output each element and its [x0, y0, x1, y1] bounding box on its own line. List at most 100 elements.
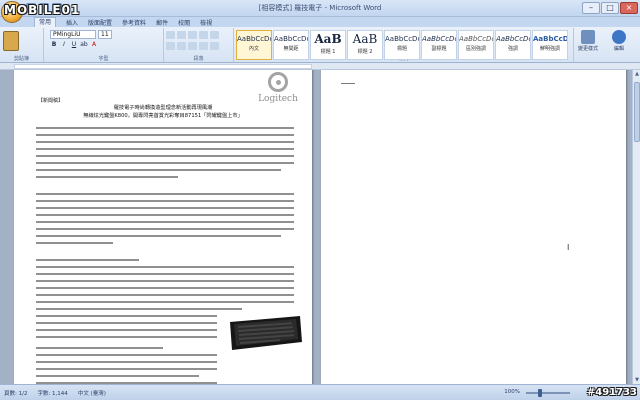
tab-review[interactable]: 校閱 [178, 18, 190, 27]
align-center-button[interactable] [177, 42, 186, 50]
style-name: 內文 [248, 46, 259, 52]
page-2[interactable]: I [321, 70, 626, 384]
tab-references[interactable]: 參考資料 [122, 18, 146, 27]
style-emphasis[interactable]: AaBbCcDc 強調 [495, 30, 531, 60]
font-size-select[interactable]: 11 [98, 30, 112, 39]
clipboard-group-label: 剪貼簿 [13, 56, 29, 62]
style-sample: AaBbCcDc [496, 35, 530, 43]
zoom-level[interactable]: 100% [504, 389, 520, 395]
style-name: 無間距 [283, 46, 299, 52]
keyboard-image [230, 316, 302, 350]
font-format-row: B I U ab A [50, 41, 98, 49]
style-title[interactable]: AaBbCcDc 標題 [384, 30, 420, 60]
style-sample: AaBbCcDc [422, 35, 456, 43]
tab-insert[interactable]: 插入 [66, 18, 78, 27]
edit-button[interactable]: 編輯 [604, 30, 634, 58]
style-sample: AaB [352, 32, 378, 46]
logitech-wordmark: Logitech [258, 94, 298, 104]
press-release-tag: 【新聞稿】 [38, 98, 64, 104]
scroll-up-icon[interactable]: ▲ [633, 70, 640, 78]
style-subtitle[interactable]: AaBbCcDc 副標題 [421, 30, 457, 60]
status-info: 頁數: 1/2 字數: 1,144 中文 (臺灣) [4, 389, 106, 397]
style-sample: AaBbCcDc [237, 35, 271, 43]
paragraph-row-2 [166, 42, 219, 50]
align-right-button[interactable] [188, 42, 197, 50]
style-heading-2[interactable]: AaB 標題 2 [347, 30, 383, 60]
decrease-indent-button[interactable] [199, 31, 208, 39]
style-normal[interactable]: AaBbCcDc 內文 [236, 30, 272, 60]
font-name-select[interactable]: PMingLiU [50, 30, 96, 39]
scroll-down-icon[interactable]: ▼ [633, 376, 640, 384]
bullets-button[interactable] [166, 31, 175, 39]
style-sample: AaBbCcDc [459, 35, 493, 43]
vertical-scrollbar[interactable]: ▲ ▼ [632, 70, 640, 384]
style-sample: AaBbCcDc [385, 35, 419, 43]
change-styles-label: 變更樣式 [577, 46, 598, 52]
style-sample: AaBbCcDc [533, 35, 567, 43]
paragraph-group-label: 段落 [193, 56, 204, 62]
font-group-label: 字型 [98, 56, 109, 62]
increase-indent-button[interactable] [210, 31, 219, 39]
numbering-button[interactable] [177, 31, 186, 39]
status-bar: 頁數: 1/2 字數: 1,144 中文 (臺灣) 100% [0, 384, 640, 400]
edit-label: 編輯 [613, 46, 624, 52]
zoom-slider-handle[interactable] [538, 389, 542, 397]
styles-icon [581, 30, 595, 44]
ribbon: 剪貼簿 字型 PMingLiU 11 B I U ab A 段落 樣式 AaBb… [0, 27, 640, 63]
logitech-mark-icon [268, 72, 288, 92]
style-intense-emphasis[interactable]: AaBbCcDc 鮮明強調 [532, 30, 568, 60]
language-indicator[interactable]: 中文 (臺灣) [78, 389, 106, 397]
find-icon [612, 30, 626, 44]
document-title-line-1: 羅技電子時尚轉換造型理念新活動再現風潮 [113, 105, 213, 111]
paragraph-1 [36, 124, 294, 180]
post-id-watermark: #491733 [586, 387, 637, 398]
tab-page-layout[interactable]: 版面配置 [88, 18, 112, 27]
style-name: 鮮明強調 [539, 46, 560, 52]
document-title-line-2: 無線炫光鍵盤K800，開專閃亮首賞光彩奪目87151「閃耀鍵盤上市」 [83, 113, 243, 119]
bold-button[interactable]: B [50, 41, 58, 49]
paragraph-4 [36, 344, 217, 384]
style-name: 強調 [507, 46, 518, 52]
ibeam-cursor-icon: I [567, 243, 570, 252]
multilevel-button[interactable] [188, 31, 197, 39]
style-name: 副標題 [431, 46, 447, 52]
document-workspace[interactable]: Logitech 【新聞稿】 羅技電子時尚轉換造型理念新活動再現風潮 無線炫光鍵… [0, 70, 632, 384]
word-count[interactable]: 字數: 1,144 [37, 389, 67, 397]
maximize-button[interactable]: □ [601, 2, 619, 14]
ribbon-tabs: 常用 插入 版面配置 參考資料 郵件 校閱 檢視 [0, 17, 640, 27]
style-name: 標題 1 [320, 49, 336, 55]
tab-mailings[interactable]: 郵件 [156, 18, 168, 27]
ruler-page-area [14, 64, 312, 69]
change-styles-button[interactable]: 變更樣式 [576, 30, 600, 58]
horizontal-ruler[interactable] [0, 63, 640, 70]
close-button[interactable]: × [620, 2, 638, 14]
style-heading-1[interactable]: AaB 標題 1 [310, 30, 346, 60]
page-1[interactable]: Logitech 【新聞稿】 羅技電子時尚轉換造型理念新活動再現風潮 無線炫光鍵… [14, 70, 312, 384]
italic-button[interactable]: I [60, 41, 68, 49]
mobile01-watermark: MOBILE01 [4, 3, 81, 17]
style-name: 標題 [396, 46, 407, 52]
style-name: 標題 2 [357, 49, 373, 55]
clipboard-group: 剪貼簿 [0, 28, 44, 62]
page-count[interactable]: 頁數: 1/2 [4, 389, 27, 397]
minimize-button[interactable]: – [582, 2, 600, 14]
window-title: [相容模式] 羅技電子 - Microsoft Word [258, 4, 382, 12]
underline-button[interactable]: U [70, 41, 78, 49]
style-name: 區別強調 [465, 46, 486, 52]
paste-button[interactable] [3, 31, 19, 51]
scrollbar-thumb[interactable] [634, 82, 640, 142]
title-bar: [相容模式] 羅技電子 - Microsoft Word – □ × [0, 0, 640, 17]
line-spacing-button[interactable] [210, 42, 219, 50]
style-sample: AaBbCcDc [274, 35, 308, 43]
font-color-button[interactable]: A [90, 41, 98, 49]
style-sample: AaB [314, 32, 342, 46]
tab-view[interactable]: 檢視 [200, 18, 212, 27]
zoom-slider[interactable] [526, 392, 570, 394]
strikethrough-button[interactable]: ab [80, 41, 88, 49]
justify-button[interactable] [199, 42, 208, 50]
tab-home[interactable]: 常用 [34, 17, 57, 27]
text-cursor-marker [341, 83, 355, 84]
style-subtle-emphasis[interactable]: AaBbCcDc 區別強調 [458, 30, 494, 60]
align-left-button[interactable] [166, 42, 175, 50]
style-no-spacing[interactable]: AaBbCcDc 無間距 [273, 30, 309, 60]
